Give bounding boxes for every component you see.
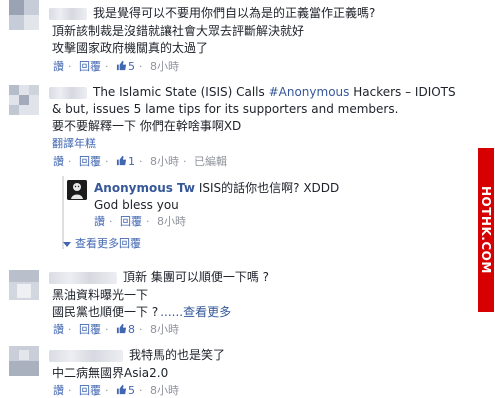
like-count[interactable]: 8	[116, 323, 135, 336]
comment-text: 頂新該制裁是沒錯就讓社會大眾去評斷解決就好	[52, 24, 305, 38]
reply-text: God bless you	[94, 198, 179, 212]
comment-text: 國民黨也順便一下 ? ......查看更多	[52, 305, 232, 319]
like-button[interactable]: 讚	[53, 60, 64, 73]
like-button[interactable]: 讚	[53, 155, 64, 168]
reply-author[interactable]: Anonymous Tw	[94, 181, 195, 195]
translate-link[interactable]: 翻譯年糕	[52, 137, 96, 151]
comment-actions: 讚 · 回覆 · 5 · 8小時	[53, 60, 179, 73]
like-button[interactable]: 讚	[53, 323, 64, 336]
view-more-replies[interactable]: 查看更多回覆	[63, 237, 141, 251]
like-count[interactable]: 1	[116, 155, 135, 168]
edited-label[interactable]: 已編輯	[194, 155, 227, 168]
like-button[interactable]: 讚	[94, 215, 105, 228]
like-button[interactable]: 讚	[53, 384, 64, 397]
reply-button[interactable]: 回覆	[120, 215, 142, 228]
timestamp[interactable]: 8小時	[150, 60, 179, 73]
comment-text: 我特馬的也是笑了	[49, 348, 225, 363]
timestamp[interactable]: 8小時	[157, 215, 186, 228]
comment-text: 攻擊國家政府機關真的太過了	[52, 41, 209, 55]
author-name[interactable]	[49, 349, 123, 362]
reply-button[interactable]: 回覆	[79, 60, 101, 73]
thumbs-up-icon	[116, 323, 127, 334]
avatar[interactable]	[9, 270, 39, 300]
reply-text: Anonymous Tw ISIS的話你也信啊? XDDD	[94, 181, 340, 195]
timestamp[interactable]: 8小時	[150, 384, 179, 397]
avatar[interactable]	[9, 346, 39, 376]
reply-button[interactable]: 回覆	[79, 323, 101, 336]
comment-text: 頂新 集團可以順便一下嗎 ?	[49, 270, 269, 285]
like-count[interactable]: 5	[116, 60, 135, 73]
comment-text: The Islamic State (ISIS) Calls #Anonymou…	[49, 85, 456, 100]
comment-actions: 讚 · 回覆 · 8 · 8小時	[53, 323, 179, 336]
see-more-link[interactable]: ......查看更多	[160, 305, 231, 319]
author-name[interactable]	[49, 7, 87, 20]
arrow-down-icon	[63, 241, 71, 247]
watermark-strip: HOTHK.COM	[477, 0, 495, 397]
comment-text: 要不要解釋一下 你們在幹啥事啊XD	[52, 119, 242, 133]
author-name[interactable]	[49, 86, 87, 99]
comment-text: 黑油資料曝光一下	[52, 288, 149, 302]
like-count[interactable]: 5	[116, 384, 135, 397]
reply-button[interactable]: 回覆	[79, 384, 101, 397]
hashtag-link[interactable]: #Anonymous	[269, 85, 350, 99]
timestamp[interactable]: 8小時	[150, 155, 179, 168]
avatar[interactable]	[9, 0, 39, 30]
author-name[interactable]	[49, 271, 117, 284]
thumbs-up-icon	[116, 384, 127, 395]
comment-actions: 讚 · 回覆 · 5 · 8小時	[53, 384, 179, 397]
reply-button[interactable]: 回覆	[79, 155, 101, 168]
thumbs-up-icon	[116, 60, 127, 71]
comment-text: 我是覺得可以不要用你們自以為是的正義當作正義嗎?	[49, 6, 375, 21]
reply-actions: 讚 · 回覆 · 8小時	[94, 215, 186, 228]
thumbs-up-icon	[116, 155, 127, 166]
anonymous-mask-icon	[67, 180, 87, 200]
comment-text: 中二病無國界Asia2.0	[52, 366, 169, 380]
avatar[interactable]	[9, 85, 39, 115]
watermark-text: HOTHK.COM	[478, 148, 494, 312]
comment-text: & but, issues 5 lame tips for its suppor…	[52, 102, 399, 116]
avatar[interactable]	[67, 180, 87, 200]
timestamp[interactable]: 8小時	[150, 323, 179, 336]
comment-actions: 讚 · 回覆 · 1 · 8小時 · 已編輯	[53, 155, 227, 168]
